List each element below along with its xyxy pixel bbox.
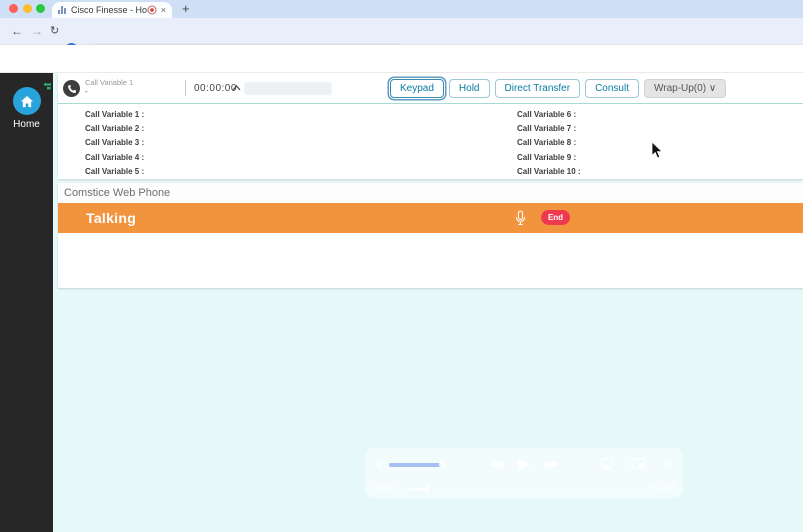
call-variable-row: Call Variable 8 : bbox=[517, 138, 577, 148]
call-variable-row: Call Variable 1 : bbox=[85, 110, 145, 119]
call-timer: 00:00:00 bbox=[194, 83, 237, 94]
call-variable-row: Call Variable 7 : bbox=[517, 124, 577, 134]
phone-icon bbox=[63, 80, 80, 97]
airplay-icon[interactable] bbox=[600, 458, 614, 470]
play-icon[interactable]: ▶ bbox=[518, 454, 530, 474]
call-variable-row: Call Variable 6 : bbox=[517, 110, 577, 119]
more-controls-icon[interactable]: » bbox=[663, 456, 670, 471]
finesse-header: CISCO Cisco Finesse ⚠ − Non ACD Busy 00:… bbox=[0, 45, 803, 115]
consult-button[interactable]: Consult bbox=[585, 79, 639, 98]
call-variables-right-column: Call Variable 6 : Call Variable 7 : Call… bbox=[517, 108, 581, 179]
browser-tabstrip: Cisco Finesse - Home × + bbox=[0, 0, 803, 18]
caller-variable-label: Call Variable 1 bbox=[85, 78, 134, 87]
wrapup-label: Wrap-Up(0) bbox=[653, 83, 707, 94]
call-control-bar: Call Variable 1 - 00:00:00 Keypad Hold D… bbox=[58, 73, 803, 104]
tab-recording-icon bbox=[147, 5, 157, 15]
call-variables-panel: Call Variable 1 : Call Variable 2 : Call… bbox=[58, 104, 803, 178]
caller-number-redacted bbox=[244, 82, 332, 95]
gadget-title: Comstice Web Phone bbox=[58, 183, 803, 203]
webphone-gadget: Comstice Web Phone Talking End bbox=[58, 183, 803, 288]
picture-in-picture-icon[interactable] bbox=[631, 458, 646, 469]
end-call-button[interactable]: End bbox=[541, 210, 570, 225]
browser-tab[interactable]: Cisco Finesse - Home × bbox=[52, 2, 172, 18]
call-variable-row: Call Variable 2 : bbox=[85, 124, 145, 134]
call-variable-row: Call Variable 3 : bbox=[85, 138, 145, 148]
chevron-up-icon[interactable] bbox=[232, 85, 241, 91]
volume-slider[interactable] bbox=[389, 461, 446, 468]
left-sidebar: Home bbox=[0, 73, 53, 532]
media-player-overlay: ◀◀ ▶ ▶▶ » 00:05 01:08 bbox=[365, 448, 683, 498]
caller-variable-value: - bbox=[85, 87, 88, 96]
reload-icon[interactable]: ↻ bbox=[50, 18, 59, 45]
sidebar-item-label: Home bbox=[13, 119, 40, 130]
total-duration: 01:08 bbox=[650, 482, 676, 493]
call-panel: Call Variable 1 - 00:00:00 Keypad Hold D… bbox=[58, 73, 803, 179]
volume-knob[interactable] bbox=[439, 461, 446, 468]
direct-transfer-button[interactable]: Direct Transfer bbox=[494, 79, 581, 98]
home-icon bbox=[12, 87, 41, 115]
back-icon[interactable]: ← bbox=[11, 18, 23, 45]
call-variable-row: Call Variable 10 : bbox=[517, 166, 581, 176]
call-action-buttons: Keypad Hold Direct Transfer Consult Wrap… bbox=[390, 79, 727, 98]
screen: Cisco Finesse - Home × + ← → ↻ bbox=[0, 0, 803, 532]
window-minimize-button[interactable] bbox=[23, 4, 32, 13]
elapsed-time: 00:05 bbox=[373, 482, 399, 493]
call-variable-row: Call Variable 5 : bbox=[85, 166, 145, 176]
timeline-played[interactable] bbox=[407, 488, 429, 490]
mouse-cursor bbox=[651, 141, 663, 159]
sidebar-item-home[interactable]: Home bbox=[0, 87, 53, 130]
forward-icon[interactable]: → bbox=[31, 18, 43, 45]
call-state-bar: Talking End bbox=[58, 203, 803, 233]
hold-button[interactable]: Hold bbox=[448, 79, 490, 98]
call-variable-row: Call Variable 4 : bbox=[85, 152, 145, 162]
wrapup-button[interactable]: Wrap-Up(0) ∨ bbox=[643, 79, 727, 98]
browser-toolbar: ← → ↻ bbox=[0, 18, 803, 56]
new-tab-button[interactable]: + bbox=[182, 1, 190, 16]
call-variable-row: Call Variable 9 : bbox=[517, 152, 577, 162]
mute-mic-icon[interactable] bbox=[514, 210, 527, 231]
tab-title: Cisco Finesse - Home bbox=[71, 5, 147, 15]
tab-close-icon[interactable]: × bbox=[161, 5, 166, 15]
window-close-button[interactable] bbox=[9, 4, 18, 13]
chevron-down-icon: ∨ bbox=[708, 83, 717, 94]
volume-icon[interactable] bbox=[375, 459, 387, 470]
timeline-scrubber[interactable] bbox=[427, 483, 429, 494]
rewind-icon[interactable]: ◀◀ bbox=[490, 459, 503, 470]
keypad-button[interactable]: Keypad bbox=[390, 79, 444, 98]
window-zoom-button[interactable] bbox=[36, 4, 45, 13]
timeline-remaining[interactable] bbox=[433, 488, 645, 490]
call-state-label: Talking bbox=[86, 210, 137, 226]
finesse-favicon-icon bbox=[58, 6, 67, 14]
control-divider bbox=[185, 80, 186, 96]
fast-forward-icon[interactable]: ▶▶ bbox=[545, 459, 558, 470]
call-variables-left-column: Call Variable 1 : Call Variable 2 : Call… bbox=[85, 108, 144, 179]
